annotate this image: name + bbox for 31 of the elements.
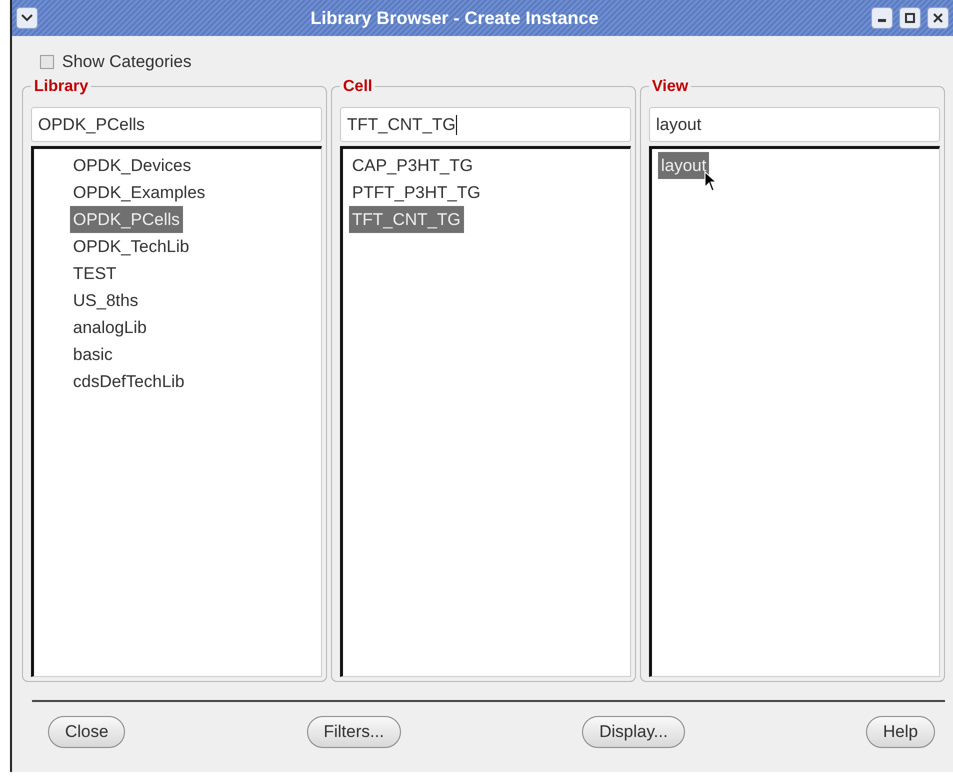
name-field[interactable]: OPDK_PCells <box>31 107 322 142</box>
name-field[interactable]: layout <box>649 107 940 142</box>
list-item[interactable]: OPDK_TechLib <box>70 233 192 260</box>
dialog-button[interactable]: Close <box>48 716 126 748</box>
list-item[interactable]: US_8ths <box>70 287 142 314</box>
list-item[interactable]: CAP_P3HT_TG <box>349 152 476 179</box>
checkbox[interactable] <box>40 55 54 69</box>
window-title: Library Browser - Create Instance <box>309 8 600 28</box>
name-field[interactable]: TFT_CNT_TG <box>340 107 631 142</box>
list-item[interactable]: cdsDefTechLib <box>70 368 188 395</box>
minimize-button[interactable] <box>871 7 893 29</box>
list-item[interactable]: basic <box>70 341 116 368</box>
list-item[interactable]: TEST <box>70 260 120 287</box>
list-item[interactable]: OPDK_Examples <box>70 179 208 206</box>
dialog-button[interactable]: Filters... <box>306 716 402 748</box>
window-menu-button[interactable] <box>16 7 38 29</box>
checkbox-label: Show Categories <box>62 52 192 72</box>
maximize-icon <box>905 13 915 23</box>
list-item[interactable]: analogLib <box>70 314 150 341</box>
maximize-button[interactable] <box>899 7 921 29</box>
list-item[interactable]: PTFT_P3HT_TG <box>349 179 484 206</box>
close-icon <box>933 13 943 23</box>
dialog-button[interactable]: Display... <box>582 716 685 748</box>
list-item[interactable]: TFT_CNT_TG <box>349 206 464 233</box>
list-item[interactable]: layout <box>658 152 710 179</box>
group-title: Library <box>31 78 92 96</box>
chevron-down-icon <box>21 14 33 22</box>
list-item[interactable]: OPDK_Devices <box>70 152 194 179</box>
list-item[interactable]: OPDK_PCells <box>70 206 183 233</box>
close-button[interactable] <box>927 7 949 29</box>
dialog-button[interactable]: Help <box>866 716 935 748</box>
